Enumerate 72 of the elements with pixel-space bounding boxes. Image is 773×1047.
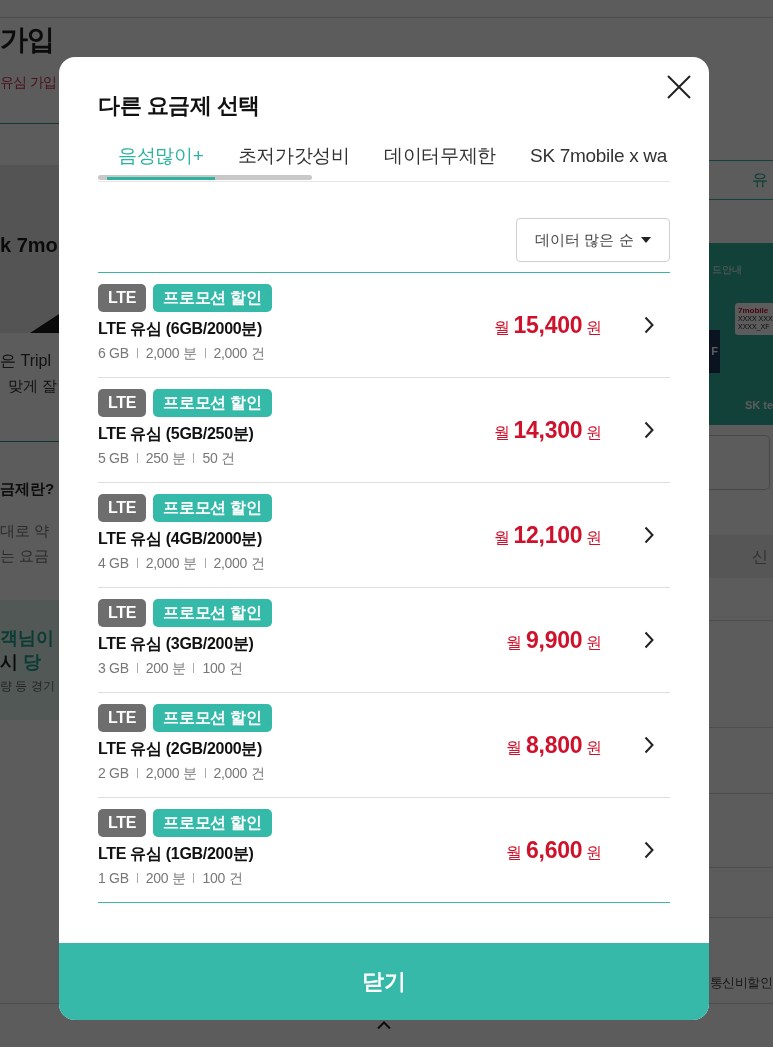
plan-name: LTE 유심 (1GB/200분) — [98, 844, 254, 864]
banner-badge: F — [709, 330, 720, 373]
plan-name: LTE 유심 (5GB/250분) — [98, 424, 254, 444]
tab[interactable]: 초저가갓성비 — [226, 141, 361, 180]
promo-text: 객님이 — [0, 627, 54, 650]
promotion-badge: 프로모션 할인 — [153, 704, 272, 732]
wedge-drawing — [30, 313, 59, 333]
brand-logo-text: SK te — [745, 398, 773, 412]
faq-heading: 금제란? — [0, 479, 55, 499]
banner-caption: 드안내 — [712, 264, 742, 276]
network-badge: LTE — [98, 494, 147, 522]
page-subtitle: 유심 가입 — [0, 73, 57, 92]
plan-spec: 250 분 — [145, 449, 186, 467]
menu-text: 통신비할인 — [710, 974, 772, 992]
plan-spec: 2,000 분 — [145, 764, 197, 782]
chevron-right-icon[interactable] — [644, 736, 654, 754]
plan-spec: 50 건 — [202, 449, 235, 467]
tab[interactable]: SK 7mobile x wa — [519, 141, 668, 180]
monthly-price: 월 15,400 원 — [493, 311, 602, 339]
plan-spec: 2,000 건 — [213, 764, 265, 782]
plan-name: LTE 유심 (3GB/200분) — [98, 634, 254, 654]
network-badge: LTE — [98, 389, 147, 417]
chevron-right-icon[interactable] — [644, 631, 654, 649]
close-icon[interactable] — [667, 75, 691, 99]
plan-spec: 4 GB — [98, 554, 129, 572]
monthly-price: 월 8,800 원 — [506, 731, 602, 759]
plan-spec: 3 GB — [98, 659, 129, 677]
page-title: 가입 — [0, 23, 54, 57]
network-badge: LTE — [98, 599, 147, 627]
promotion-badge: 프로모션 할인 — [153, 389, 272, 417]
promotion-badge: 프로모션 할인 — [153, 494, 272, 522]
chevron-right-icon[interactable] — [644, 526, 654, 544]
plan-name: LTE 유심 (6GB/2000분) — [98, 319, 263, 339]
promotion-badge: 프로모션 할인 — [153, 599, 272, 627]
plan-spec: 2,000 분 — [145, 344, 197, 362]
modal-title: 다른 요금제 선택 — [98, 92, 260, 120]
chevron-right-icon[interactable] — [644, 316, 654, 334]
intro-text: 맞게 잘 — [8, 376, 58, 396]
plan-spec: 2,000 건 — [213, 554, 265, 572]
plan-name: LTE 유심 (2GB/2000분) — [98, 739, 263, 759]
tab[interactable]: 데이터무제한 — [372, 141, 507, 180]
sort-dropdown[interactable]: 데이터 많은 순 — [516, 218, 670, 262]
plan-spec: 1 GB — [98, 869, 129, 887]
brand-logo-text: k 7mo — [0, 233, 58, 258]
promotion-badge: 프로모션 할인 — [153, 284, 272, 312]
monthly-price: 월 12,100 원 — [493, 521, 602, 549]
card-text: 7mobile — [738, 306, 769, 315]
plan-spec: 2,000 분 — [145, 554, 197, 572]
plan-spec: 2,000 건 — [213, 344, 265, 362]
plan-spec: 200 분 — [145, 869, 186, 887]
plan-spec: 6 GB — [98, 344, 129, 362]
caret-down-icon — [640, 237, 651, 243]
promo-text: 시 — [0, 651, 18, 674]
plan-spec: 100 건 — [202, 659, 243, 677]
network-badge: LTE — [98, 284, 147, 312]
network-badge: LTE — [98, 704, 147, 732]
plan-spec: 5 GB — [98, 449, 129, 467]
promo-text: 당 — [23, 651, 41, 674]
network-badge: LTE — [98, 809, 147, 837]
chevron-right-icon[interactable] — [644, 841, 654, 859]
plan-spec: 100 건 — [202, 869, 243, 887]
promotion-badge: 프로모션 할인 — [153, 809, 272, 837]
monthly-price: 월 14,300 원 — [493, 416, 602, 444]
chevron-up-icon[interactable] — [377, 1021, 391, 1029]
plan-spec: 200 분 — [145, 659, 186, 677]
monthly-price: 월 6,600 원 — [506, 836, 602, 864]
input-field[interactable] — [709, 435, 770, 490]
plan-name: LTE 유심 (4GB/2000분) — [98, 529, 263, 549]
plan-spec: 2 GB — [98, 764, 129, 782]
chevron-right-icon[interactable] — [644, 421, 654, 439]
intro-text: 은 Tripl — [0, 351, 51, 371]
monthly-price: 월 9,900 원 — [506, 626, 602, 654]
